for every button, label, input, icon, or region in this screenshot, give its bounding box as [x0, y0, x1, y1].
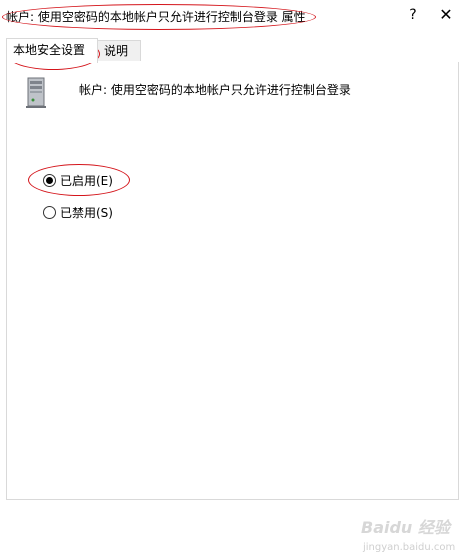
watermark-logo: Baidu 经验 [361, 518, 450, 537]
tab-strip: 本地安全设置 说明 [6, 38, 459, 63]
window-title: 帐户: 使用空密码的本地帐户只允许进行控制台登录 属性 [6, 10, 306, 24]
close-button[interactable]: ✕ [435, 4, 457, 26]
watermark: Baidu 经验 jingyan.baidu.com [361, 514, 465, 560]
radio-enabled-label: 已启用(E) [60, 174, 113, 188]
radio-disabled[interactable]: 已禁用(S) [43, 204, 113, 221]
tab-panel: 帐户: 使用空密码的本地帐户只允许进行控制台登录 已启用(E) 已禁用(S) B… [6, 62, 459, 553]
radio-enabled[interactable]: 已启用(E) [43, 172, 113, 189]
help-button[interactable]: ? [402, 4, 424, 26]
tab-local-security-setting[interactable]: 本地安全设置 [6, 38, 98, 63]
radio-button-unchecked-icon[interactable] [43, 206, 56, 219]
watermark-url: jingyan.baidu.com [363, 542, 456, 553]
tab-explain[interactable]: 说明 [97, 40, 141, 61]
server-tower-icon [26, 77, 46, 108]
radio-disabled-label: 已禁用(S) [60, 206, 113, 220]
title-bar: 帐户: 使用空密码的本地帐户只允许进行控制台登录 属性 ? ✕ [0, 0, 465, 30]
radio-button-checked-icon[interactable] [43, 174, 56, 187]
policy-name: 帐户: 使用空密码的本地帐户只允许进行控制台登录 [79, 83, 351, 97]
